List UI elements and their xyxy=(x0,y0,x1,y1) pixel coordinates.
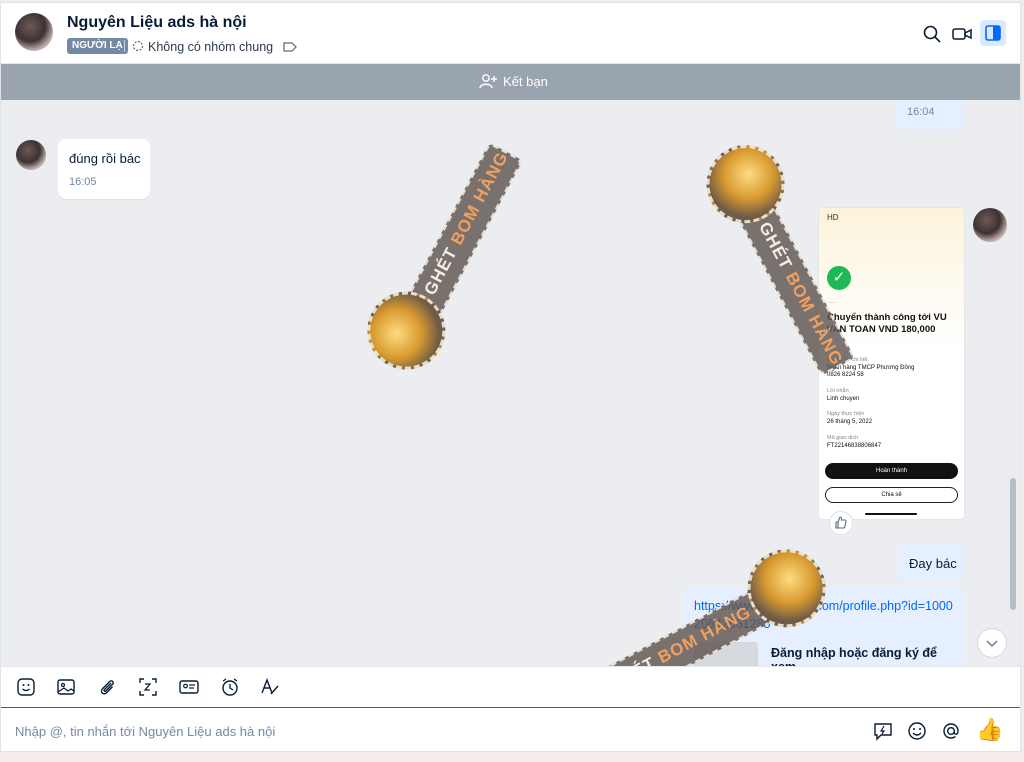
group-icon xyxy=(132,40,144,52)
sender-avatar[interactable] xyxy=(16,140,46,170)
receipt-memo: Linh chuyen xyxy=(827,396,860,402)
success-check-icon: ✓ xyxy=(827,266,851,290)
my-avatar[interactable] xyxy=(973,208,1007,242)
reaction-button[interactable] xyxy=(830,512,852,534)
outgoing-message[interactable]: 16:04 xyxy=(896,100,963,130)
watermark-text-a: GHÉT xyxy=(605,650,664,666)
reminder-icon[interactable] xyxy=(219,676,241,698)
contact-avatar[interactable] xyxy=(15,13,53,51)
message-list[interactable]: 16:04 đúng rồi bác 16:05 HD ✓ ····· Chuy… xyxy=(1,100,1020,666)
outgoing-message[interactable]: Đay bác xyxy=(898,544,963,582)
message-input[interactable] xyxy=(13,718,837,744)
contact-name[interactable]: Nguyên Liệu ads hà nội xyxy=(67,14,247,32)
watermark-text-a: GHÉT xyxy=(420,239,464,299)
receipt-date-label: Ngày thực hiện xyxy=(827,411,865,417)
add-friend-bar[interactable]: Kết bạn xyxy=(1,64,1020,100)
receipt-done-button: Hoàn thành xyxy=(825,463,958,479)
add-friend-label: Kết bạn xyxy=(503,73,548,89)
message-text: Đay bác xyxy=(909,556,957,571)
panel-toggle-icon xyxy=(985,25,1001,41)
receipt-home-indicator xyxy=(865,513,917,515)
contact-card-icon[interactable] xyxy=(178,676,200,698)
text-format-icon[interactable] xyxy=(259,676,281,698)
receipt-txn: FT22146838806847 xyxy=(827,443,882,449)
receipt-status-text: HD xyxy=(827,213,839,222)
tag-icon[interactable] xyxy=(283,42,297,52)
add-friend-icon xyxy=(479,74,497,89)
scroll-to-bottom-button[interactable] xyxy=(978,629,1006,657)
common-groups-label[interactable]: Không có nhóm chung xyxy=(148,40,273,54)
video-call-icon[interactable] xyxy=(951,23,973,45)
scrollbar-thumb[interactable] xyxy=(1010,478,1016,610)
receipt-txn-label: Mã giao dịch xyxy=(827,435,859,441)
receipt-date: 26 tháng 5, 2022 xyxy=(827,419,873,425)
message-time: 16:04 xyxy=(907,106,935,118)
watermark-text-b: BOM HÀNG xyxy=(447,148,512,248)
attach-icon[interactable] xyxy=(96,676,118,698)
search-icon[interactable] xyxy=(921,23,943,45)
stranger-badge: NGƯỜI LẠ xyxy=(67,38,128,54)
quick-message-icon[interactable] xyxy=(872,720,894,742)
message-text: đúng rồi bác xyxy=(69,151,141,166)
thumbs-up-outline-icon xyxy=(835,516,847,529)
screenshot-icon[interactable] xyxy=(137,676,159,698)
image-icon[interactable] xyxy=(55,676,77,698)
watermark: GHÉT BOM HÀNG xyxy=(353,141,524,384)
chevron-down-icon xyxy=(986,640,998,648)
mention-icon[interactable] xyxy=(940,720,962,742)
conversation-info-button[interactable] xyxy=(980,20,1006,46)
receipt-memo-label: Lời nhắn xyxy=(827,388,849,394)
emoji-icon[interactable] xyxy=(906,720,928,742)
link-preview-title[interactable]: Đăng nhập hoặc đăng ký để xem xyxy=(771,646,964,666)
receipt-share-button: Chia sẻ xyxy=(825,487,958,503)
watermark-text-a: GHÉT xyxy=(755,218,799,279)
chat-header: Nguyên Liệu ads hà nội NGƯỜI LẠ Không có… xyxy=(1,3,1020,64)
incoming-message[interactable]: đúng rồi bác 16:05 xyxy=(58,139,150,199)
composer-toolbar xyxy=(1,666,1020,709)
message-composer: 👍 xyxy=(1,708,1020,751)
sticker-icon[interactable] xyxy=(15,676,37,698)
receipt-account: 0826 8224 58 xyxy=(827,372,864,378)
divider xyxy=(124,40,125,52)
receipt-bank: Ngân hàng TMCP Phương Đông xyxy=(827,365,915,371)
chat-window: Nguyên Liệu ads hà nội NGƯỜI LẠ Không có… xyxy=(0,2,1021,752)
like-icon[interactable]: 👍 xyxy=(976,718,1003,742)
message-time: 16:05 xyxy=(69,176,97,188)
